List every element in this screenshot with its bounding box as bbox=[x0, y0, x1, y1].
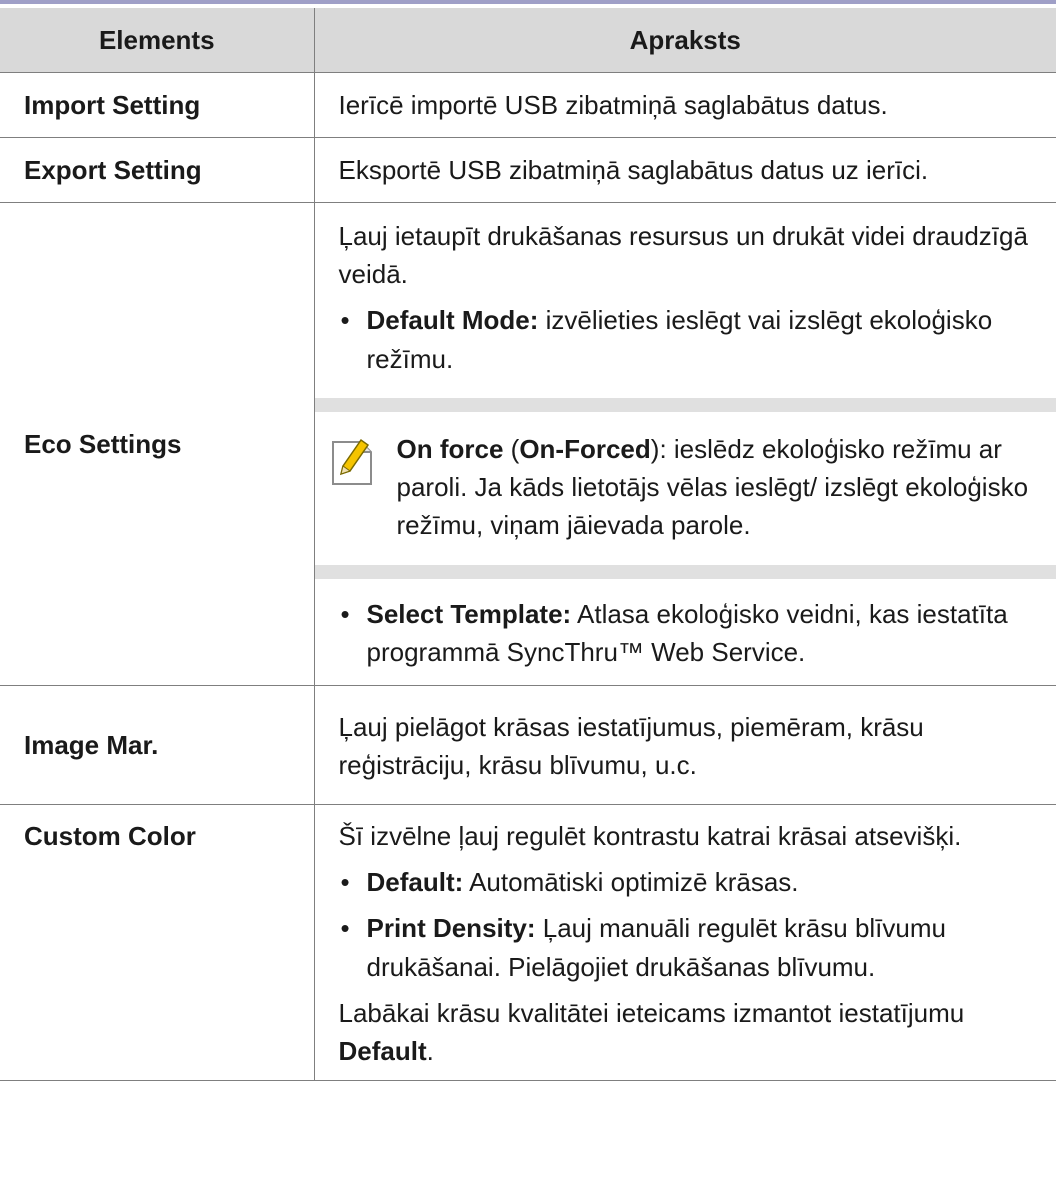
element-name: Custom Color bbox=[0, 804, 315, 1082]
description-text: Ļauj pielāgot krāsas iestatījumus, piemē… bbox=[314, 685, 1056, 805]
description-intro: Šī izvēlne ļauj regulēt kontrastu katrai… bbox=[338, 820, 962, 851]
list-item: • Default Mode: izvēlieties ieslēgt vai i… bbox=[339, 301, 1039, 377]
description-cell: Šī izvēlne ļauj regulēt kontrastu katrai… bbox=[314, 804, 1056, 1082]
settings-table: Elements Apraksts Import Setting Ierīcē … bbox=[0, 8, 1056, 1082]
item-label: Default Mode: bbox=[366, 305, 539, 336]
outro-bold: Default bbox=[338, 1036, 427, 1067]
bullet-list: • Select Template: Atlasa ekoloģisko veid… bbox=[339, 595, 1039, 671]
header-elements: Elements bbox=[0, 8, 315, 73]
note-box: On force (On-Forced): ieslēdz ekoloģisko… bbox=[314, 397, 1056, 579]
element-name: Import Setting bbox=[0, 72, 315, 138]
top-rule bbox=[0, 0, 1056, 4]
bullet-icon: • bbox=[340, 913, 350, 944]
header-row: Elements Apraksts bbox=[0, 8, 1056, 73]
note-label-2: On-Forced bbox=[519, 433, 651, 464]
description-text: Ierīcē importē USB zibatmiņā saglabātus … bbox=[314, 72, 1056, 138]
list-item: • Default: Automātiski optimizē krāsas. bbox=[339, 863, 1039, 901]
outro-end: . bbox=[426, 1036, 434, 1067]
note-label-1: On force bbox=[396, 433, 504, 464]
table-row: Export Setting Eksportē USB zibatmiņā sa… bbox=[0, 137, 1056, 203]
element-name: Eco Settings bbox=[0, 202, 315, 686]
description-cell: Ļauj ietaupīt drukāšanas resursus un dru… bbox=[314, 202, 1056, 686]
item-text: Automātiski optimizē krāsas. bbox=[469, 867, 799, 898]
bullet-icon: • bbox=[340, 598, 350, 629]
item-label: Print Density: bbox=[366, 913, 536, 944]
note-pencil-icon bbox=[331, 438, 372, 485]
table-row: Custom Color Šī izvēlne ļauj regulēt kon… bbox=[0, 804, 1056, 1082]
element-name: Export Setting bbox=[0, 137, 315, 203]
description-outro: Labākai krāsu kvalitātei ieteicams izman… bbox=[339, 994, 1039, 1070]
table-row: Eco Settings Ļauj ietaupīt drukāšanas re… bbox=[0, 202, 1056, 686]
list-item: • Select Template: Atlasa ekoloģisko veid… bbox=[339, 595, 1039, 671]
list-item: • Print Density: Ļauj manuāli regulēt krā… bbox=[339, 909, 1039, 985]
bullet-icon: • bbox=[340, 305, 350, 336]
element-name: Image Mar. bbox=[0, 685, 315, 805]
item-label: Default: bbox=[366, 867, 464, 898]
table-row: Image Mar. Ļauj pielāgot krāsas iestatīj… bbox=[0, 685, 1056, 805]
description-text: Eksportē USB zibatmiņā saglabātus datus … bbox=[314, 137, 1056, 203]
bullet-list: • Default Mode: izvēlieties ieslēgt vai i… bbox=[339, 301, 1039, 377]
bullet-icon: • bbox=[340, 867, 350, 898]
table-row: Import Setting Ierīcē importē USB zibatm… bbox=[0, 72, 1056, 138]
outro-text: Labākai krāsu kvalitātei ieteicams izman… bbox=[338, 997, 965, 1028]
item-label: Select Template: bbox=[366, 598, 572, 629]
description-intro: Ļauj ietaupīt drukāšanas resursus un dru… bbox=[338, 221, 1028, 290]
header-description: Apraksts bbox=[314, 8, 1056, 73]
bullet-list: • Default: Automātiski optimizē krāsas. •… bbox=[339, 863, 1039, 986]
